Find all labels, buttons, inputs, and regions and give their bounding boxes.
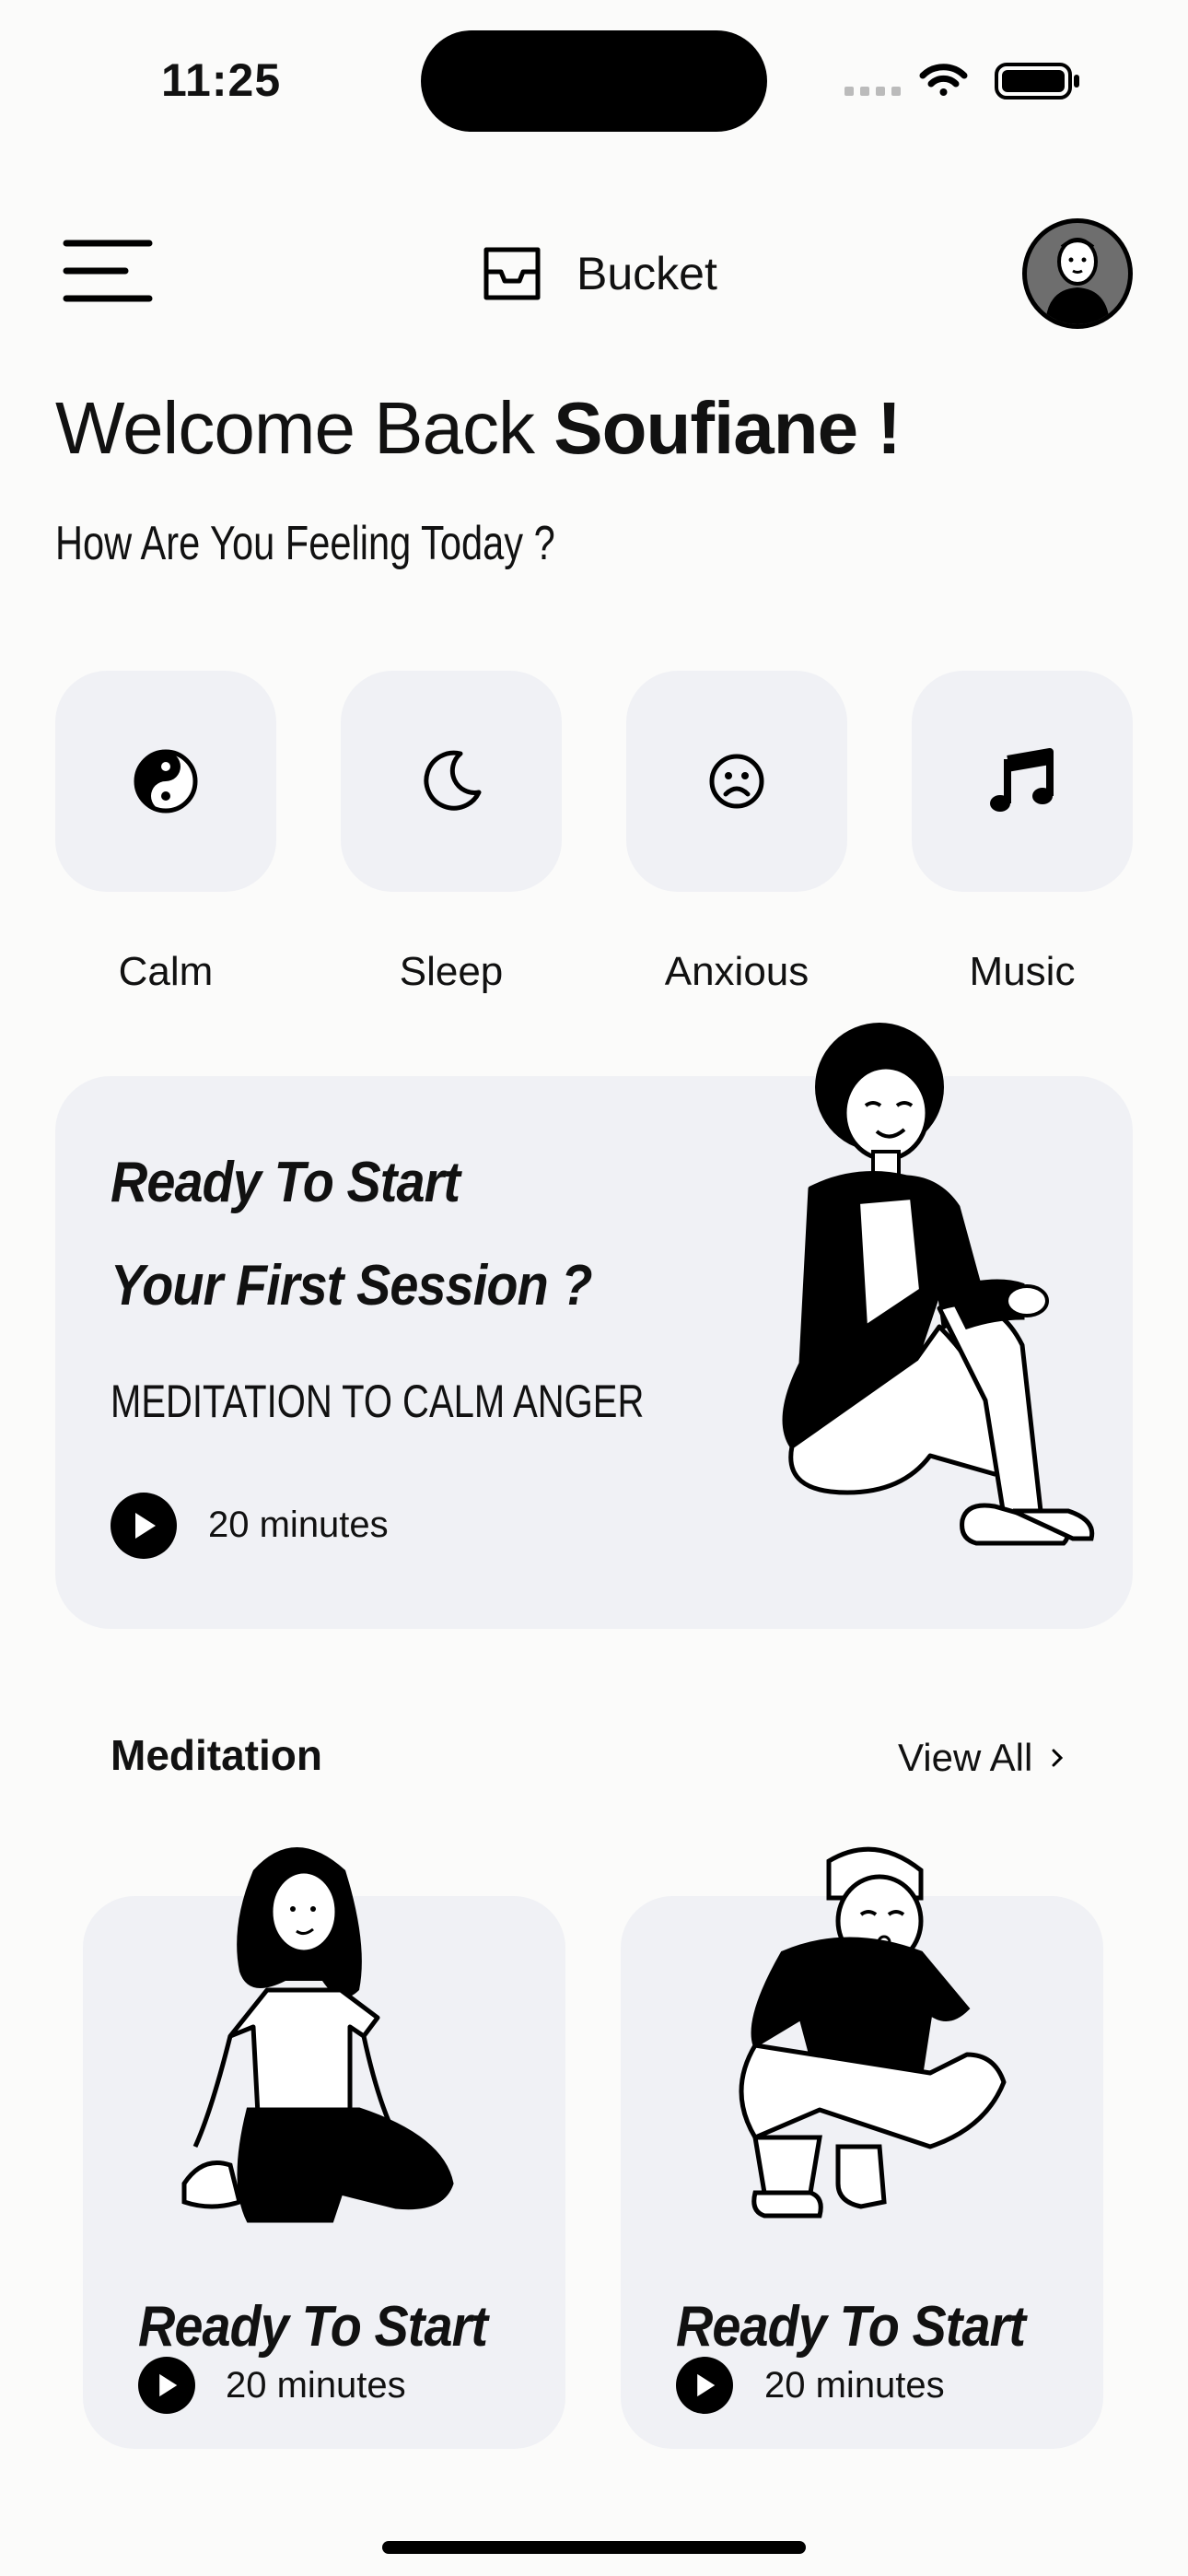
play-button[interactable] <box>111 1493 177 1559</box>
inbox-tray-icon <box>483 247 541 300</box>
mood-label: Calm <box>118 949 214 994</box>
cellular-signal-icon <box>844 87 901 96</box>
battery-icon <box>995 63 1079 100</box>
view-all-link[interactable]: View All <box>898 1736 1064 1780</box>
mood-tile-music[interactable] <box>912 671 1133 892</box>
sitting-person-illustration <box>782 1023 1095 1546</box>
welcome-heading: Welcome Back Soufiane ! <box>55 382 902 474</box>
play-button[interactable] <box>676 2357 733 2414</box>
mood-label: Anxious <box>664 949 809 994</box>
wifi-icon <box>919 64 968 96</box>
meditation-section-title: Meditation <box>111 1731 322 1779</box>
session-title-line1: Ready To Start <box>111 1151 460 1214</box>
play-icon <box>697 2373 716 2397</box>
music-note-icon <box>990 748 1054 812</box>
dynamic-island <box>421 30 767 132</box>
header-title: Bucket <box>577 248 717 299</box>
meditation-card-title: Ready To Start <box>138 2295 488 2359</box>
session-title-line2: Your First Session ? <box>111 1254 592 1317</box>
avatar[interactable] <box>1022 218 1133 329</box>
welcome-prefix: Welcome Back <box>55 387 554 469</box>
mood-label: Sleep <box>399 949 504 994</box>
user-name: Soufiane ! <box>553 387 902 469</box>
meditation-card-title: Ready To Start <box>676 2295 1026 2359</box>
status-icons <box>844 63 1079 100</box>
mood-tile-sleep[interactable] <box>341 671 562 892</box>
crouching-man-illustration <box>739 1846 1007 2219</box>
meditation-card-duration: 20 minutes <box>226 2365 406 2406</box>
mood-tile-anxious[interactable] <box>626 671 847 892</box>
home-indicator[interactable] <box>382 2541 806 2554</box>
feeling-prompt: How Are You Feeling Today ? <box>55 517 555 570</box>
play-icon <box>135 1513 156 1539</box>
mood-tile-calm[interactable] <box>55 671 276 892</box>
yin-yang-icon <box>134 749 198 814</box>
profile-illustration <box>1045 238 1110 324</box>
play-button[interactable] <box>138 2357 195 2414</box>
mood-label: Music <box>969 949 1076 994</box>
menu-icon[interactable] <box>57 225 168 326</box>
chevron-right-icon <box>1052 1749 1064 1767</box>
bucket-header[interactable]: Bucket <box>479 241 717 306</box>
status-time: 11:25 <box>161 54 282 106</box>
session-duration: 20 minutes <box>208 1505 389 1545</box>
frown-face-icon <box>709 754 764 809</box>
play-icon <box>159 2373 178 2397</box>
meditation-card-duration: 20 minutes <box>764 2365 945 2406</box>
session-subtitle: MEDITATION TO CALM ANGER <box>111 1376 645 1427</box>
kneeling-woman-illustration <box>181 1847 454 2223</box>
moon-icon <box>424 750 482 811</box>
view-all-label: View All <box>898 1736 1033 1779</box>
